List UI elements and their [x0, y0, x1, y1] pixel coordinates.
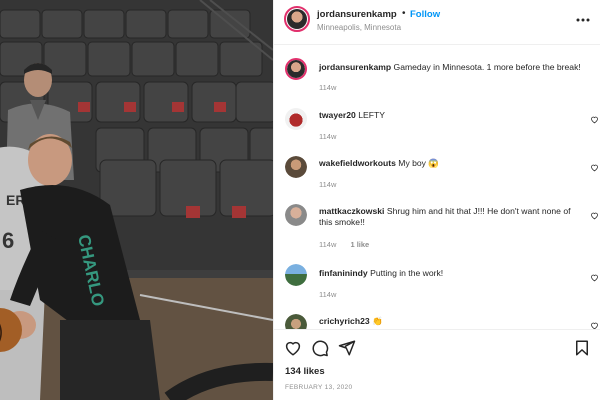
comment-meta: 114w 1 like — [319, 240, 369, 249]
comment-body: LEFTY — [358, 110, 385, 120]
comment-username[interactable]: twayer20 — [319, 110, 356, 120]
small-heart-icon[interactable] — [590, 211, 599, 220]
post-photo[interactable]: ERS 6 CHARLO — [0, 0, 273, 400]
heart-icon[interactable] — [284, 339, 302, 357]
comments-list[interactable]: jordansurenkamp Gameday in Minnesota. 1 … — [274, 46, 600, 329]
commenter-avatar[interactable] — [285, 108, 307, 130]
comment-text: twayer20 LEFTY — [319, 110, 581, 121]
comment-username[interactable]: mattkaczkowski — [319, 206, 384, 216]
comment-bubble-icon[interactable] — [311, 339, 329, 357]
small-heart-icon[interactable] — [590, 321, 599, 329]
basketball-practice-image: ERS 6 CHARLO — [0, 0, 273, 400]
comment-text: finfaninindy Putting in the work! — [319, 268, 581, 279]
caption-username[interactable]: jordansurenkamp — [319, 62, 391, 72]
separator-dot: • — [402, 8, 406, 19]
more-options-icon[interactable] — [575, 12, 591, 28]
comment-time: 114w — [319, 180, 337, 189]
commenter-avatar[interactable] — [285, 314, 307, 329]
comment-body: My boy 😱 — [398, 158, 440, 168]
comment-username[interactable]: finfaninindy — [319, 268, 368, 278]
comment-time: 114w — [319, 132, 337, 141]
comment-text: crichyrich23 👏 — [319, 316, 581, 327]
commenter-avatar[interactable] — [285, 156, 307, 178]
bookmark-icon[interactable] — [573, 339, 591, 357]
comment-time: 114w — [319, 290, 337, 299]
small-heart-icon[interactable] — [590, 163, 599, 172]
caption-avatar[interactable] — [285, 58, 307, 80]
comment-username[interactable]: crichyrich23 — [319, 316, 370, 326]
likes-count[interactable]: 134 likes — [285, 366, 325, 377]
commenter-avatar[interactable] — [285, 204, 307, 226]
follow-button[interactable]: Follow — [410, 9, 440, 20]
comment-body: Putting in the work! — [370, 268, 444, 278]
caption-body: Gameday in Minnesota. 1 more before the … — [393, 62, 581, 72]
post-panel: jordansurenkamp • Follow Minneapolis, Mi… — [273, 0, 600, 400]
post-header: jordansurenkamp • Follow Minneapolis, Mi… — [274, 0, 600, 45]
caption-text: jordansurenkamp Gameday in Minnesota. 1 … — [319, 62, 581, 73]
small-heart-icon[interactable] — [590, 115, 599, 124]
author-avatar[interactable] — [284, 6, 310, 32]
small-heart-icon[interactable] — [590, 273, 599, 282]
comment-username[interactable]: wakefieldworkouts — [319, 158, 396, 168]
comment-time: 114w — [319, 240, 337, 249]
post-date: FEBRUARY 13, 2020 — [285, 384, 353, 391]
comment-likes[interactable]: 1 like — [350, 240, 369, 249]
author-username[interactable]: jordansurenkamp — [317, 9, 397, 20]
post-actions: 134 likes FEBRUARY 13, 2020 — [274, 329, 600, 400]
send-icon[interactable] — [338, 339, 356, 357]
comment-text: wakefieldworkouts My boy 😱 — [319, 158, 581, 169]
caption-time: 114w — [319, 83, 337, 92]
comment-text: mattkaczkowski Shrug him and hit that J!… — [319, 206, 581, 228]
commenter-avatar[interactable] — [285, 264, 307, 286]
post-location[interactable]: Minneapolis, Minnesota — [317, 23, 401, 32]
comment-body: 👏 — [372, 316, 383, 326]
